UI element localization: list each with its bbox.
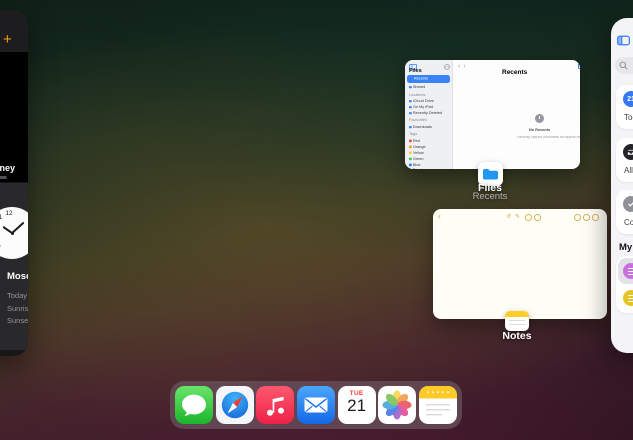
notes-app-icon[interactable] bbox=[505, 311, 529, 331]
dock-icon-music[interactable] bbox=[256, 386, 294, 424]
app-switcher-screen: + Sydney 12 11 10 9 8 7 Moscow Today Sun… bbox=[0, 0, 633, 440]
dock-icon-calendar[interactable]: TUE 21 bbox=[338, 386, 376, 424]
tag-row-yellow: Yellow bbox=[409, 151, 424, 155]
sidebar-item-on-my-ipad: On My iPad bbox=[409, 105, 433, 109]
smart-list-completed[interactable]: Completed bbox=[616, 190, 633, 234]
dock: TUE 21 bbox=[170, 381, 462, 429]
trash-icon bbox=[409, 111, 412, 113]
smart-list-all[interactable]: All bbox=[616, 138, 633, 182]
clock-number: 11 bbox=[0, 214, 4, 221]
compose-icon bbox=[592, 214, 599, 221]
dock-icon-safari[interactable] bbox=[216, 386, 254, 424]
more-options-icon bbox=[444, 64, 450, 70]
sidebar-toggle-icon[interactable] bbox=[617, 35, 630, 46]
sidebar-item-recently-deleted: Recently Deleted bbox=[409, 111, 442, 115]
sidebar-item-shared: Shared bbox=[409, 85, 425, 89]
yellow-list-icon bbox=[623, 290, 633, 306]
clock-number: 12 bbox=[4, 210, 14, 217]
smart-list-today[interactable]: 21 Today bbox=[616, 85, 633, 129]
sidebar-item-recents: Recents bbox=[407, 75, 450, 83]
files-window-thumbnail[interactable]: Files Recents Shared Locations iCloud Dr… bbox=[405, 60, 580, 169]
files-content-title: Recents bbox=[502, 69, 527, 76]
dock-icon-notes[interactable] bbox=[419, 386, 457, 424]
markup-pen-icon: ✎ bbox=[515, 213, 520, 220]
my-lists-header: My Lists bbox=[619, 242, 633, 253]
list-item[interactable] bbox=[618, 285, 633, 311]
music-note-icon bbox=[256, 386, 294, 424]
notes-window-thumbnail[interactable]: ‹ ↺ ✎ bbox=[433, 209, 607, 319]
city-detail: Today bbox=[7, 291, 27, 300]
recents-clock-icon bbox=[535, 114, 544, 123]
notes-pad-icon bbox=[419, 386, 457, 424]
tag-row-blue: Blue bbox=[409, 163, 421, 167]
list-item-selected[interactable] bbox=[618, 258, 633, 284]
locations-header: Locations bbox=[409, 93, 425, 97]
calendar-day: 21 bbox=[338, 397, 376, 416]
purple-list-icon bbox=[623, 263, 633, 279]
today-icon: 21 bbox=[623, 91, 633, 107]
city-subtitle-bar bbox=[0, 176, 7, 179]
dock-icon-mail[interactable] bbox=[297, 386, 335, 424]
notes-card-label: Notes bbox=[467, 330, 567, 342]
tag-row-green: Green bbox=[409, 157, 424, 161]
messages-bubble-icon bbox=[175, 386, 213, 424]
dock-icon-messages[interactable] bbox=[175, 386, 213, 424]
clock-number: 7 bbox=[0, 245, 4, 252]
device-icon bbox=[409, 105, 412, 107]
all-tray-icon bbox=[623, 144, 633, 160]
tag-dot-blue bbox=[409, 163, 412, 166]
tags-header: Tags bbox=[409, 132, 417, 136]
share-icon bbox=[574, 214, 581, 221]
files-sidebar-title: Files bbox=[409, 68, 422, 74]
clock-window[interactable]: + Sydney 12 11 10 9 8 7 Moscow Today Sun… bbox=[0, 10, 28, 356]
tag-row-orange: Orange bbox=[409, 145, 426, 149]
tag-dot-green bbox=[409, 157, 412, 160]
photos-flower-icon bbox=[378, 386, 416, 424]
completed-check-icon bbox=[623, 196, 633, 212]
search-icon bbox=[619, 61, 628, 70]
world-clock-row-moscow: 12 11 10 9 8 7 Moscow Today Sunrise Suns… bbox=[0, 183, 28, 350]
safari-compass-icon bbox=[216, 386, 254, 424]
shared-icon bbox=[409, 86, 412, 88]
sidebar-item-icloud-drive: iCloud Drive bbox=[409, 99, 434, 103]
dock-icon-photos[interactable] bbox=[378, 386, 416, 424]
tag-dot-yellow bbox=[409, 151, 412, 154]
files-card-sublabel: Recents bbox=[440, 191, 540, 202]
city-name: Moscow bbox=[7, 271, 28, 282]
clock-toolbar: + bbox=[0, 10, 28, 52]
mail-envelope-icon bbox=[297, 386, 335, 424]
view-options-icon bbox=[578, 63, 580, 69]
my-lists-group bbox=[616, 256, 633, 313]
analog-clock-face: 12 11 10 9 8 7 bbox=[0, 207, 28, 259]
empty-state-title: No Recents bbox=[517, 128, 562, 133]
search-field[interactable] bbox=[615, 57, 633, 74]
back-forward-chevrons: ‹› bbox=[458, 63, 469, 70]
undo-icon: ↺ bbox=[506, 213, 511, 220]
tag-row-red: Red bbox=[409, 139, 420, 143]
reminders-panel[interactable]: 21 Today All Completed My Lists bbox=[611, 18, 633, 353]
empty-state-subtitle: Recently opened documents will appear he… bbox=[517, 136, 562, 140]
downloads-icon bbox=[409, 125, 412, 127]
city-detail: Sunrise bbox=[7, 304, 28, 313]
world-clock-row-sydney: Sydney bbox=[0, 52, 28, 182]
tag-dot-orange bbox=[409, 145, 412, 148]
city-name: Sydney bbox=[0, 163, 15, 173]
tag-row-purple: Purple bbox=[409, 168, 424, 169]
back-chevron-icon: ‹ bbox=[438, 211, 441, 221]
cloud-icon bbox=[409, 99, 412, 101]
add-city-button[interactable]: + bbox=[3, 31, 12, 48]
toolbar-icon bbox=[525, 214, 532, 221]
toolbar-icon bbox=[583, 214, 590, 221]
city-detail: Sunset bbox=[7, 316, 28, 325]
toolbar-icon bbox=[534, 214, 541, 221]
favourites-header: Favourites bbox=[409, 118, 427, 122]
files-content: ‹› Select ⌕ Search Recents No Recents Re… bbox=[452, 60, 580, 169]
files-sidebar: Files Recents Shared Locations iCloud Dr… bbox=[405, 60, 453, 169]
sidebar-item-downloads: Downloads bbox=[409, 125, 432, 129]
empty-state: No Recents Recently opened documents wil… bbox=[499, 110, 580, 144]
clock-hub bbox=[11, 232, 14, 235]
tag-dot-red bbox=[409, 139, 412, 142]
